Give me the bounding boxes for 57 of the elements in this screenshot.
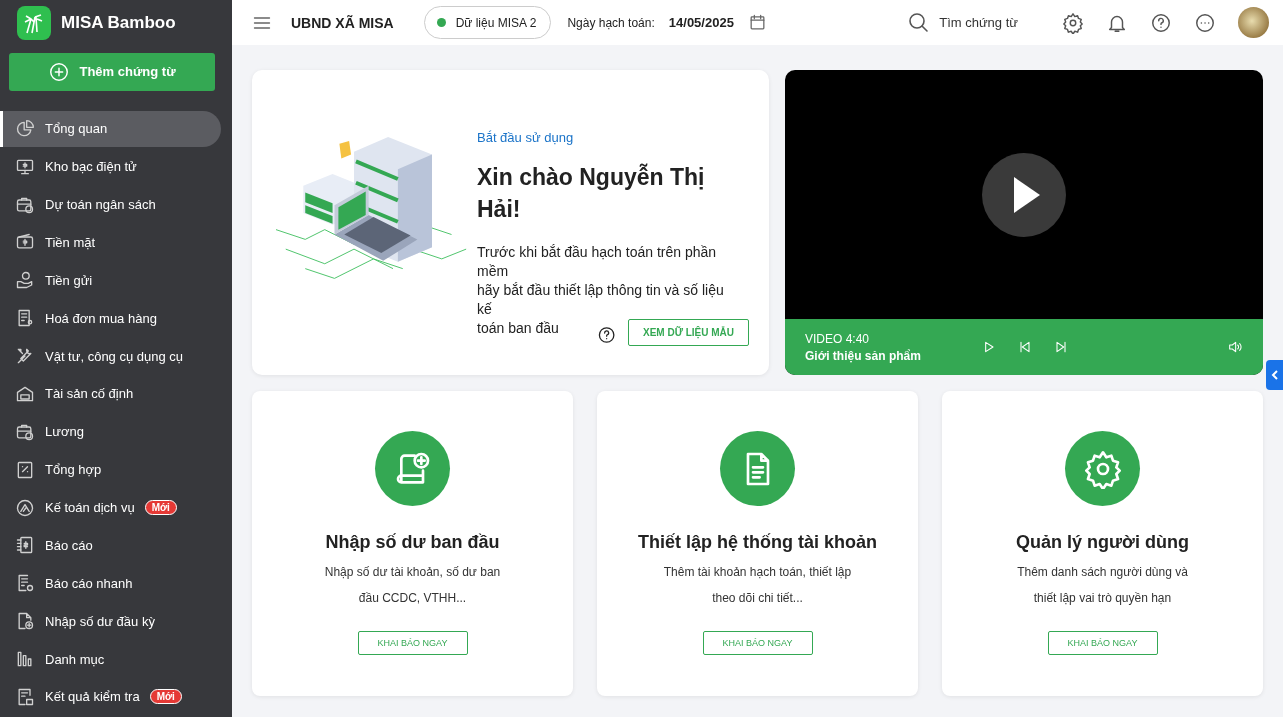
sidebar-item[interactable]: Hoá đơn mua hàng: [0, 300, 221, 337]
volume-icon: [1227, 339, 1243, 355]
card-description: Thêm danh sách người dùng và thiết lập vai trò quyền hạn: [1017, 564, 1188, 607]
sidebar-item[interactable]: Tiền mặt: [0, 224, 221, 261]
avatar[interactable]: [1238, 7, 1269, 38]
card-title: Nhập số dư ban đầu: [325, 532, 500, 553]
help-icon: [1150, 11, 1172, 34]
sidebar-item[interactable]: Dự toán ngân sách: [0, 186, 221, 223]
sidebar-item[interactable]: Tổng hợp: [0, 451, 221, 488]
app-name: MISA Bamboo: [61, 13, 176, 33]
collapse-panel-tab[interactable]: [1266, 360, 1283, 390]
sidebar-item[interactable]: Kho bạc điện tử: [0, 148, 221, 185]
sidebar-item[interactable]: Kết quả kiểm tra Mới: [0, 679, 221, 715]
play-button[interactable]: [982, 152, 1066, 237]
settings-icon: [1062, 11, 1084, 34]
more-icon: [1194, 11, 1216, 34]
date-label: Ngày hạch toán:: [567, 15, 655, 30]
dollar-report-icon: [15, 535, 35, 556]
welcome-text-line: kế: [477, 300, 492, 319]
card-title: Thiết lập hệ thống tài khoản: [638, 532, 877, 553]
sidebar-item[interactable]: Báo cáo: [0, 527, 221, 564]
sidebar-item[interactable]: Vật tư, công cụ dụng cụ: [0, 338, 221, 374]
search-field[interactable]: Tìm chứng từ: [907, 10, 1018, 35]
sidebar-item[interactable]: Tiền gửi: [0, 262, 221, 299]
welcome-text-line: hãy bắt đầu thiết lập thông tin và số liệu: [477, 281, 724, 300]
plus-circle-icon: [48, 60, 71, 83]
percent-document-icon: [15, 459, 35, 480]
new-badge: Mới: [149, 689, 182, 705]
organization-name: UBND XÃ MISA: [291, 14, 394, 31]
hand-coin-icon: [15, 270, 35, 291]
card-title: Quản lý người dùng: [1016, 532, 1189, 553]
pie-chart-icon: [15, 118, 35, 139]
bamboo-logo-icon: [17, 6, 51, 40]
card-description: Nhập số dư tài khoản, số dư ban đầu CCDC, VTHH...: [324, 564, 501, 607]
welcome-text-line: toán ban đầu: [477, 319, 559, 338]
new-badge: Mới: [144, 500, 177, 516]
skip-previous-icon: [1017, 339, 1033, 355]
sidebar-item[interactable]: Kế toán dịch vụ Mới: [0, 489, 221, 526]
video-duration: VIDEO 4:40: [805, 331, 871, 346]
welcome-text-line: mềm: [477, 262, 509, 281]
sidebar-item[interactable]: Nhập số dư đầu kỳ: [0, 603, 221, 640]
card-description: Thêm tài khoản hạch toán, thiết lập theo dõi chi tiết...: [663, 564, 852, 607]
skip-next-icon: [1053, 339, 1069, 355]
video-title: Giới thiệu sản phẩm: [805, 348, 922, 363]
sidebar-item[interactable]: Lương: [0, 413, 221, 450]
welcome-text-line: Trước khi bắt đầu hạch toán trên phần: [477, 243, 717, 262]
sidebar-item[interactable]: Báo cáo nhanh: [0, 565, 221, 602]
welcome-title: Xin chào Nguyễn Thị Hải!: [477, 162, 706, 224]
posting-date[interactable]: 14/05/2025: [668, 15, 734, 30]
help-icon: [596, 324, 617, 346]
getting-started-link[interactable]: Bắt đầu sử dụng: [477, 130, 749, 145]
chevron-left-icon: [1270, 370, 1279, 380]
settings-icon: [1082, 448, 1123, 489]
circle-logo-icon: [15, 497, 35, 518]
sidebar-item[interactable]: Tài sản cố định: [0, 376, 221, 412]
sidebar-item[interactable]: Danh mục: [0, 641, 221, 677]
sidebar-item[interactable]: Tổng quan: [0, 110, 221, 147]
